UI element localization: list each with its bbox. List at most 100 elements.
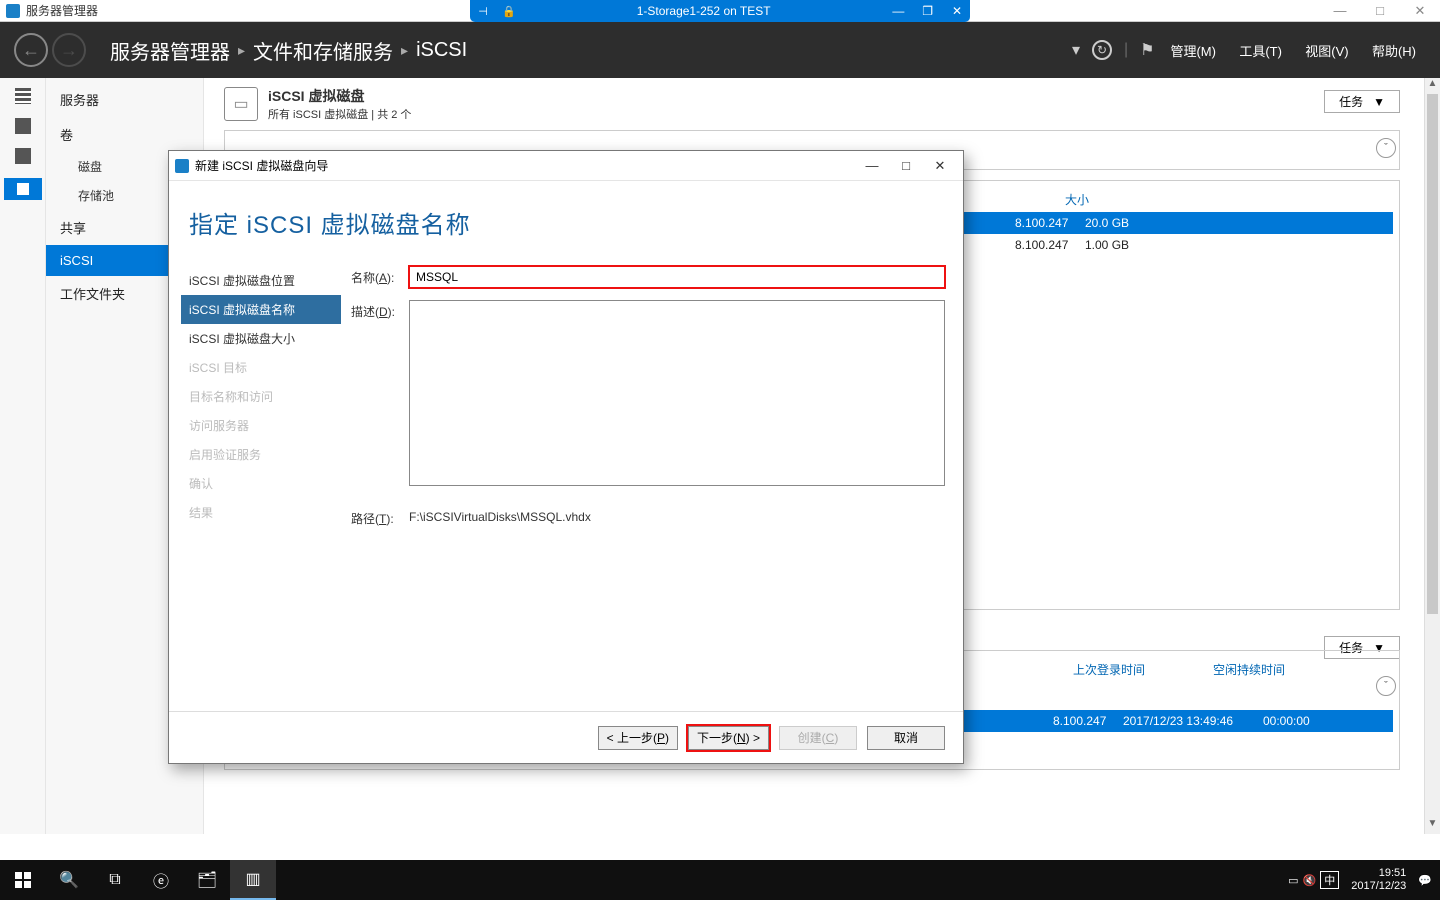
step-result: 结果	[181, 498, 341, 527]
name-label: 名称(A):	[351, 266, 409, 288]
task-view-icon[interactable]: ⧉	[92, 860, 138, 900]
next-button[interactable]: 下一步(N) >	[688, 726, 769, 750]
header-bar: ← → 服务器管理器 ▸ 文件和存储服务 ▸ iSCSI ▾ ↻ | ⚑ 管理(…	[0, 22, 1440, 78]
wizard-steps: iSCSI 虚拟磁盘位置 iSCSI 虚拟磁盘名称 iSCSI 虚拟磁盘大小 i…	[169, 266, 341, 736]
action-center-icon[interactable]: 💬	[1418, 874, 1432, 887]
cell-ip: 8.100.247	[1053, 714, 1123, 728]
path-label: 路径(T):	[351, 510, 409, 527]
tray-ime-icon[interactable]: 中	[1320, 871, 1339, 889]
col-last-login[interactable]: 上次登录时间	[1073, 661, 1213, 678]
scroll-down-icon[interactable]: ▼	[1425, 818, 1440, 834]
back-button[interactable]: ←	[14, 33, 48, 67]
cancel-button[interactable]: 取消	[867, 726, 945, 750]
chevron-right-icon: ▸	[401, 42, 408, 59]
scroll-up-icon[interactable]: ▲	[1425, 78, 1440, 94]
wizard-icon	[175, 159, 189, 173]
cell-size: 20.0 GB	[1085, 216, 1145, 230]
tasks-label: 任务	[1339, 95, 1363, 109]
tasks-dropdown[interactable]: 任务 ▼	[1324, 90, 1400, 113]
step-confirm: 确认	[181, 469, 341, 498]
rail-all-servers-icon[interactable]	[15, 148, 31, 164]
taskbar-clock[interactable]: 19:51 2017/12/23	[1343, 867, 1414, 893]
rdp-restore-button[interactable]: ❐	[915, 4, 941, 18]
new-iscsi-wizard: 新建 iSCSI 虚拟磁盘向导 — □ ✕ 指定 iSCSI 虚拟磁盘名称 iS…	[168, 150, 964, 764]
disk-desc-input[interactable]	[409, 300, 945, 486]
scroll-thumb[interactable]	[1427, 94, 1438, 614]
forward-button[interactable]: →	[52, 33, 86, 67]
rail-local-server-icon[interactable]	[15, 118, 31, 134]
chevron-down-icon: ▼	[1373, 95, 1385, 109]
chevron-right-icon: ▸	[238, 42, 245, 59]
wizard-title: 新建 iSCSI 虚拟磁盘向导	[195, 157, 328, 174]
refresh-icon[interactable]: ↻	[1092, 40, 1112, 60]
separator: |	[1124, 41, 1128, 59]
crumb-service[interactable]: 文件和存储服务	[253, 36, 393, 65]
rdp-minimize-button[interactable]: —	[885, 4, 911, 18]
rail-file-services-icon[interactable]	[4, 178, 42, 200]
taskbar-explorer-icon[interactable]: 🗂	[184, 860, 230, 900]
menu-manage[interactable]: 管理(M)	[1170, 44, 1216, 59]
app-icon	[6, 4, 20, 18]
step-target: iSCSI 目标	[181, 353, 341, 382]
rail-dashboard-icon[interactable]	[15, 88, 31, 104]
col-size[interactable]: 大小	[1065, 191, 1125, 208]
menu-tools[interactable]: 工具(T)	[1239, 44, 1282, 59]
vertical-scrollbar[interactable]: ▲ ▼	[1424, 78, 1440, 834]
cell-idle: 00:00:00	[1263, 714, 1373, 728]
disk-icon: ▭	[224, 87, 258, 121]
step-location[interactable]: iSCSI 虚拟磁盘位置	[181, 266, 341, 295]
disk-path-value: F:\iSCSIVirtualDisks\MSSQL.vhdx	[409, 510, 591, 527]
pin-icon[interactable]: ⊣	[470, 5, 496, 18]
flag-icon[interactable]: ⚑	[1140, 40, 1154, 60]
cell-ip: 8.100.247	[1015, 216, 1085, 230]
step-target-name-access: 目标名称和访问	[181, 382, 341, 411]
step-name[interactable]: iSCSI 虚拟磁盘名称	[181, 295, 341, 324]
section-header: ▭ iSCSI 虚拟磁盘 所有 iSCSI 虚拟磁盘 | 共 2 个	[204, 78, 1420, 124]
search-icon[interactable]: 🔍	[46, 860, 92, 900]
nav-volumes[interactable]: 卷	[46, 117, 203, 152]
wizard-close-button[interactable]: ✕	[923, 158, 957, 174]
clock-time: 19:51	[1351, 867, 1406, 880]
taskbar-servermanager-icon[interactable]: ▥	[230, 860, 276, 900]
disk-name-input[interactable]	[409, 266, 945, 288]
collapse-toggle[interactable]: ˇ	[1376, 138, 1396, 158]
desc-label: 描述(D):	[351, 300, 409, 486]
col-idle[interactable]: 空闲持续时间	[1213, 661, 1323, 678]
menu-view[interactable]: 视图(V)	[1305, 44, 1348, 59]
prev-button[interactable]: < 上一步(P)	[598, 726, 678, 750]
header-menus: 管理(M) 工具(T) 视图(V) 帮助(H)	[1160, 41, 1426, 60]
tray-volume-icon[interactable]: 🔇	[1303, 874, 1317, 887]
host-maximize-button[interactable]: □	[1360, 0, 1400, 22]
menu-help[interactable]: 帮助(H)	[1372, 44, 1416, 59]
clock-date: 2017/12/23	[1351, 880, 1406, 893]
app-title: 服务器管理器	[26, 2, 98, 19]
cell-ip: 8.100.247	[1015, 238, 1085, 252]
crumb-leaf[interactable]: iSCSI	[416, 39, 467, 62]
rdp-close-button[interactable]: ✕	[944, 4, 970, 18]
host-minimize-button[interactable]: —	[1320, 0, 1360, 22]
start-button[interactable]	[0, 860, 46, 900]
rdp-connection-bar[interactable]: ⊣ 🔒 1-Storage1-252 on TEST — ❐ ✕	[470, 0, 970, 22]
wizard-heading: 指定 iSCSI 虚拟磁盘名称	[169, 181, 963, 266]
breadcrumb: 服务器管理器 ▸ 文件和存储服务 ▸ iSCSI	[110, 36, 467, 65]
taskbar: 🔍 ⧉ ⓔ 🗂 ▥ ▭ 🔇 中 19:51 2017/12/23 💬	[0, 860, 1440, 900]
section-title: iSCSI 虚拟磁盘	[268, 86, 411, 106]
nav-servers[interactable]: 服务器	[46, 82, 203, 117]
dropdown-icon[interactable]: ▾	[1072, 40, 1080, 60]
create-button: 创建(C)	[779, 726, 857, 750]
host-close-button[interactable]: ✕	[1400, 0, 1440, 22]
wizard-maximize-button[interactable]: □	[889, 158, 923, 173]
wizard-footer: < 上一步(P) 下一步(N) > 创建(C) 取消	[169, 711, 963, 763]
step-size[interactable]: iSCSI 虚拟磁盘大小	[181, 324, 341, 353]
wizard-minimize-button[interactable]: —	[855, 158, 889, 173]
wizard-titlebar[interactable]: 新建 iSCSI 虚拟磁盘向导 — □ ✕	[169, 151, 963, 181]
system-tray[interactable]: ▭ 🔇 中 19:51 2017/12/23 💬	[1288, 867, 1440, 893]
crumb-root[interactable]: 服务器管理器	[110, 36, 230, 65]
tray-network-icon[interactable]: ▭	[1288, 874, 1298, 887]
rdp-title: 1-Storage1-252 on TEST	[522, 4, 885, 18]
wizard-form: 名称(A): 描述(D): 路径(T): F:\iSCSIVirtualDisk…	[341, 266, 963, 736]
section-subtitle: 所有 iSCSI 虚拟磁盘 | 共 2 个	[268, 106, 411, 122]
taskbar-ie-icon[interactable]: ⓔ	[138, 860, 184, 900]
step-access-servers: 访问服务器	[181, 411, 341, 440]
lock-icon: 🔒	[496, 5, 522, 18]
